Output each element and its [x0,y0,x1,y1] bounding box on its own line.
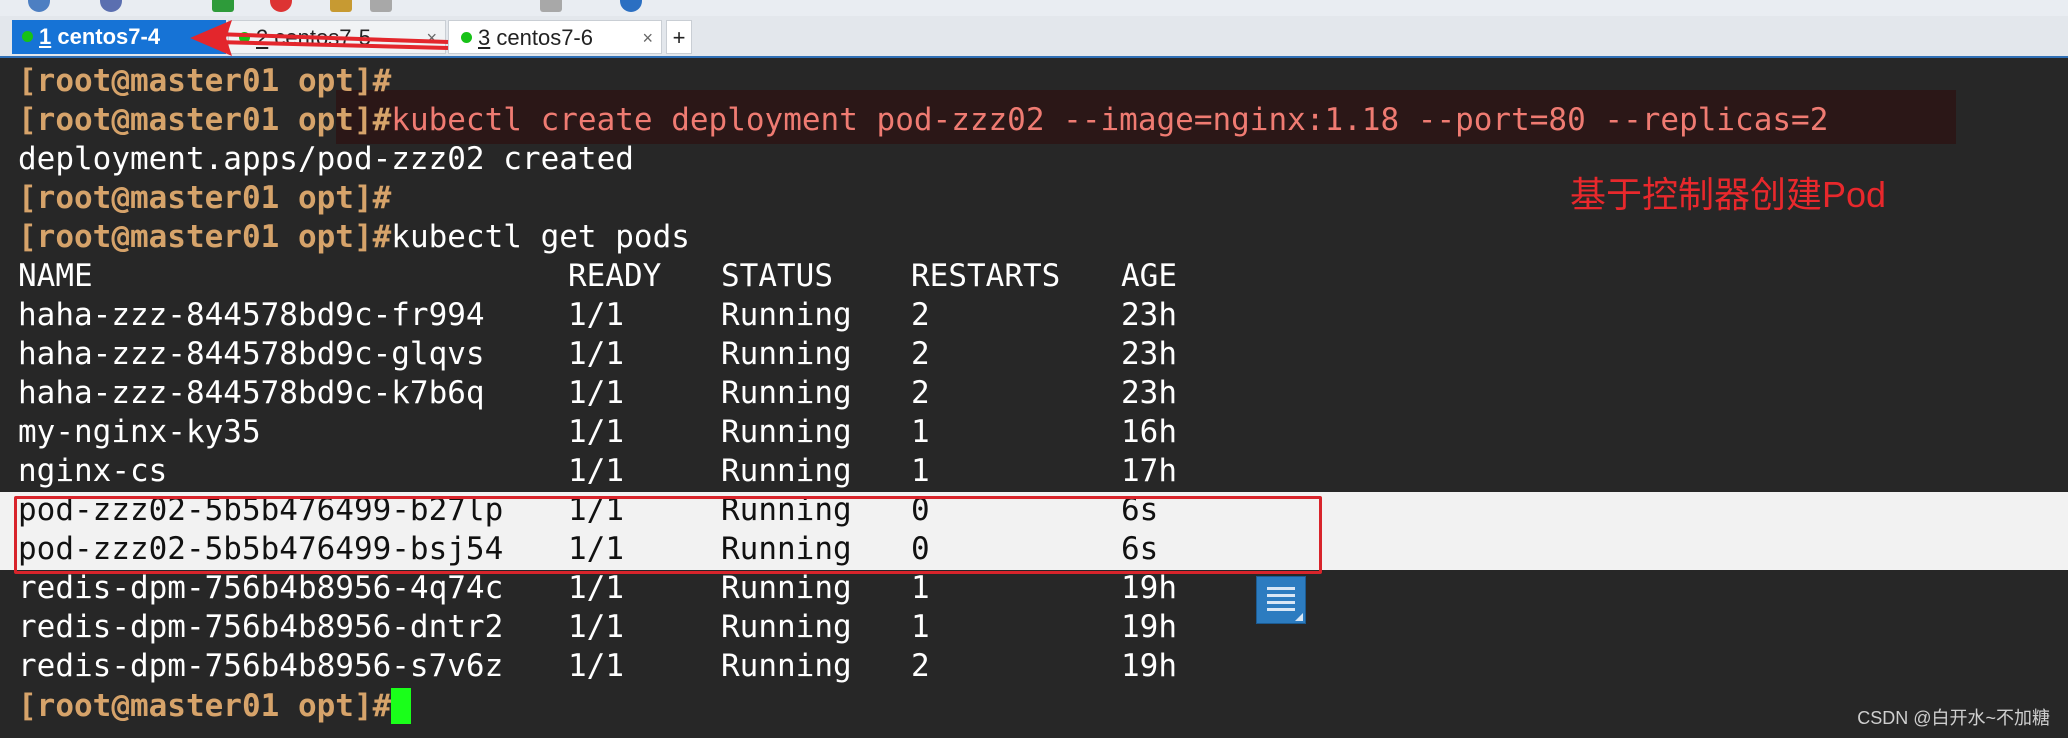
table-cell: Running [721,609,852,645]
tab-title: centos7-6 [496,25,593,50]
text-cursor [391,688,412,724]
green-dot-icon [461,32,472,43]
table-cell: 1 [911,414,930,450]
add-tab-button[interactable]: + [666,20,692,54]
annotation-text: 基于控制器创建Pod [1570,174,1887,215]
terminal-line: [root@master01 opt]# [18,179,391,218]
terminal-window[interactable]: [root@master01 opt]# [root@master01 opt]… [0,58,2068,738]
table-cell: redis-dpm-756b4b8956-4q74c [18,570,504,606]
annotation-arrow [190,20,449,56]
table-cell: 23h [1121,375,1177,411]
table-cell: haha-zzz-844578bd9c-k7b6q [18,375,485,411]
table-cell: Running [721,570,852,606]
table-cell: Running [721,414,852,450]
create-command: kubectl create deployment pod-zzz02 --im… [391,102,1829,138]
table-cell: redis-dpm-756b4b8956-s7v6z [18,648,504,684]
get-pods-command: kubectl get pods [391,219,690,255]
table-cell: 1/1 [568,375,624,411]
table-cell: 1 [911,609,930,645]
shell-prompt: [root@master01 opt]# [18,219,392,255]
table-cell: 1/1 [568,336,624,372]
table-cell: Running [721,648,852,684]
table-cell: nginx-cs [18,453,168,489]
table-cell: 19h [1121,570,1177,606]
table-cell: Running [721,375,852,411]
table-cell: 1/1 [568,453,624,489]
terminal-line: [root@master01 opt]# [18,62,391,101]
column-header: READY [568,258,662,294]
tab-centos7-6[interactable]: 3 centos7-6 × [448,20,662,54]
table-cell: 2 [911,375,930,411]
table-cell: my-nginx-ky35 [18,414,261,450]
highlight-box [14,496,1322,574]
column-header: RESTARTS [911,258,1061,294]
table-cell: 2 [911,648,930,684]
table-cell: 16h [1121,414,1177,450]
table-cell: Running [721,336,852,372]
shell-prompt: [root@master01 opt]# [18,102,392,138]
watermark: CSDN @白开水~不加糖 [1857,708,2050,728]
terminal-line: [root@master01 opt]#kubectl get pods [18,218,690,257]
document-icon[interactable] [1256,576,1306,624]
tab-number: 3 [478,25,491,50]
table-cell: 23h [1121,336,1177,372]
table-cell: haha-zzz-844578bd9c-glqvs [18,336,485,372]
terminal-line: [root@master01 opt]#kubectl create deplo… [18,101,1828,140]
table-cell: 1/1 [568,648,624,684]
table-cell: 1/1 [568,297,624,333]
table-cell: 23h [1121,297,1177,333]
table-cell: 1 [911,570,930,606]
shell-prompt: [root@master01 opt]# [18,688,392,724]
table-cell: 1/1 [568,414,624,450]
table-cell: 1/1 [568,570,624,606]
table-cell: Running [721,453,852,489]
table-cell: redis-dpm-756b4b8956-dntr2 [18,609,504,645]
command-output: deployment.apps/pod-zzz02 created [18,141,634,177]
table-cell: 19h [1121,648,1177,684]
shell-prompt: [root@master01 opt]# [18,63,392,99]
table-cell: 19h [1121,609,1177,645]
table-cell: Running [721,297,852,333]
table-cell: 2 [911,336,930,372]
toolbar-icon[interactable] [620,0,642,12]
close-icon[interactable]: × [642,21,653,55]
column-header: STATUS [721,258,833,294]
table-cell: 2 [911,297,930,333]
table-cell: 17h [1121,453,1177,489]
toolbar-icon[interactable] [540,0,562,12]
table-cell: haha-zzz-844578bd9c-fr994 [18,297,485,333]
shell-prompt: [root@master01 opt]# [18,180,392,216]
column-header: NAME [18,258,93,294]
table-cell: 1/1 [568,609,624,645]
table-cell: 1 [911,453,930,489]
terminal-line: [root@master01 opt]# [18,687,412,726]
column-header: AGE [1121,258,1177,294]
